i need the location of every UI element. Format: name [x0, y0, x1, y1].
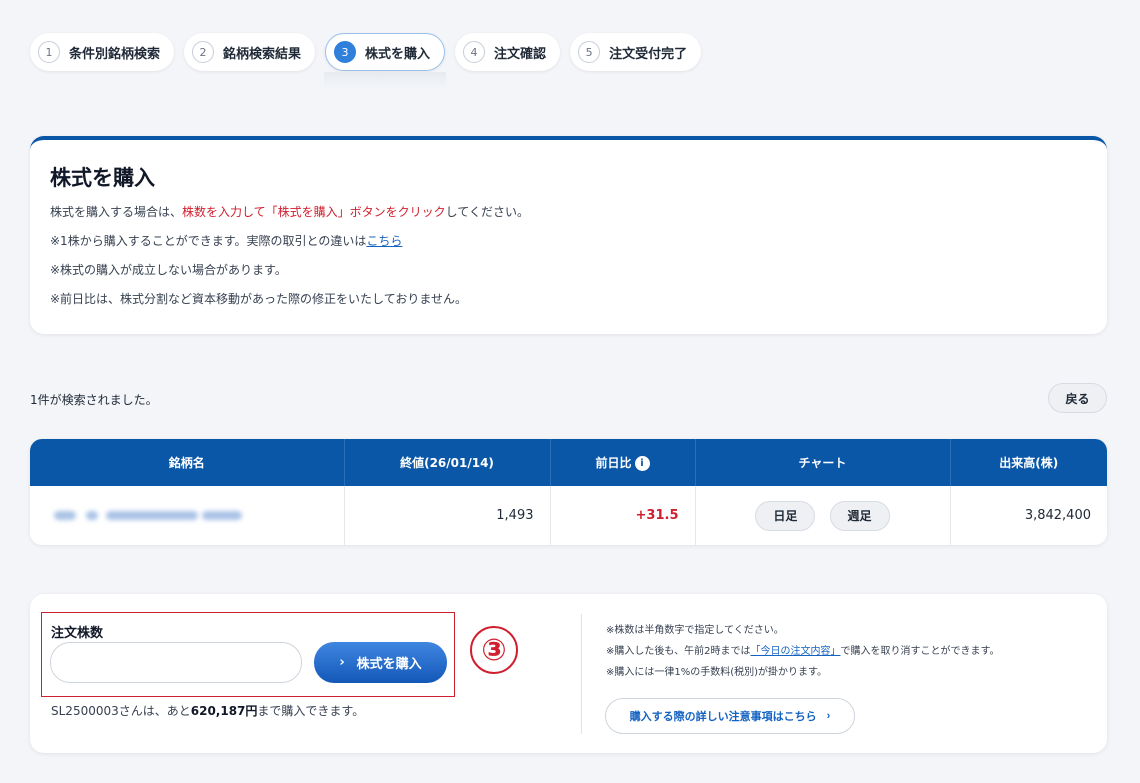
step-2: 2 銘柄検索結果 [184, 33, 316, 71]
note-not-filled: ※株式の購入が成立しない場合があります。 [50, 263, 287, 277]
step-label: 注文確認 [494, 46, 547, 62]
daily-chart-button[interactable]: 日足 [755, 500, 816, 531]
chart-cell: 日足 週足 [695, 486, 951, 545]
note-one-share: ※1株から購入することができます。実際の取引との違いはこちら [50, 233, 1087, 249]
step-5: 5 注文受付完了 [570, 33, 702, 71]
divider [581, 614, 582, 734]
stock-name-blurred [30, 486, 345, 545]
detail-notes-button[interactable]: 購入する際の詳しい注意事項はこちら › [605, 698, 855, 734]
note-fee: ※購入には一律1%の手数料(税別)が掛かります。 [606, 667, 828, 678]
instruction-text: 株式を購入する場合は、株数を入力して「株式を購入」ボタンをクリックしてください。 [50, 204, 1087, 220]
instruction-highlight: 株数を入力して「株式を購入」ボタンをクリック [182, 205, 446, 219]
order-quantity-input[interactable] [50, 642, 302, 683]
note-split-adjust: ※前日比は、株式分割など資本移動があった際の修正をいたしておりません。 [50, 292, 467, 306]
step-label: 銘柄検索結果 [223, 46, 302, 62]
header-close: 終値(26/01/14) [344, 439, 551, 486]
order-notes: ※株数は半角数字で指定してください。 ※購入した後も、午前2時までは「今日の注文… [606, 624, 999, 687]
annotation-step-marker: ③ [470, 626, 518, 674]
note-one-share-text: ※1株から購入することができます。実際の取引との違いは [50, 234, 367, 248]
info-card: 株式を購入 株式を購入する場合は、株数を入力して「株式を購入」ボタンをクリックし… [30, 136, 1107, 334]
note-cancel-pre: ※購入した後も、午前2時までは [606, 646, 751, 657]
chevron-right-icon: › [826, 710, 831, 722]
step-number: 3 [334, 41, 357, 63]
step-label: 注文受付完了 [609, 46, 688, 62]
step-number: 1 [38, 41, 60, 63]
details-link[interactable]: こちら [366, 234, 402, 248]
detail-button-label: 購入する際の詳しい注意事項はこちら [629, 711, 817, 723]
purchase-limit-text: SL2500003さんは、あと620,187円まで購入できます。 [51, 702, 364, 719]
volume: 3,842,400 [1024, 508, 1091, 523]
result-count: 1件が検索されました。 [30, 393, 158, 407]
price-change: +31.5 [550, 486, 696, 545]
page-title: 株式を購入 [50, 166, 155, 190]
back-button[interactable]: 戻る [1048, 383, 1107, 413]
limit-post: まで購入できます。 [257, 704, 365, 718]
header-change: 前日比 i [550, 439, 696, 486]
step-label: 条件別銘柄検索 [69, 46, 161, 62]
step-3-current: 3 株式を購入 [324, 33, 447, 88]
info-icon[interactable]: i [634, 456, 650, 471]
table-header: 銘柄名 終値(26/01/14) 前日比 i チャート 出来高(株) [30, 439, 1107, 486]
limit-amount: 620,187円 [190, 704, 258, 718]
step-number: 4 [463, 41, 486, 63]
step-number: 5 [578, 41, 601, 63]
header-volume: 出来高(株) [999, 456, 1059, 470]
order-quantity-label: 注文株数 [51, 626, 104, 641]
table-row: 1,493 +31.5 日足 週足 3,842,400 [30, 486, 1107, 545]
close-price: 1,493 [344, 486, 551, 545]
weekly-chart-button[interactable]: 週足 [829, 500, 890, 531]
instruction-post: してください。 [445, 205, 529, 219]
header-name: 銘柄名 [30, 439, 345, 486]
note-cancel: ※購入した後も、午前2時までは「今日の注文内容」で購入を取り消すことができます。 [606, 645, 999, 659]
blurred-text [54, 509, 254, 523]
step-1: 1 条件別銘柄検索 [30, 33, 175, 71]
todays-orders-link[interactable]: 「今日の注文内容」 [750, 646, 840, 657]
step-4: 4 注文確認 [455, 33, 561, 71]
buy-button-label: 株式を購入 [356, 657, 422, 672]
chevron-right-icon: › [339, 655, 345, 670]
note-half-width: ※株数は半角数字で指定してください。 [606, 625, 784, 636]
instruction-pre: 株式を購入する場合は、 [50, 205, 183, 219]
stock-table: 銘柄名 終値(26/01/14) 前日比i チャート 出来高(株) 1,493 [30, 439, 1107, 545]
buy-stock-button[interactable]: › 株式を購入 [314, 642, 447, 683]
step-number: 2 [192, 41, 215, 63]
step-label: 株式を購入 [365, 46, 431, 62]
header-change-label: 前日比 [595, 456, 632, 470]
progress-steps: 1 条件別銘柄検索 2 銘柄検索結果 3 株式を購入 4 注文確認 5 注文受付… [30, 33, 702, 88]
header-chart: チャート [695, 439, 951, 486]
limit-pre: SL2500003さんは、あと [51, 704, 191, 718]
note-cancel-post: で購入を取り消すことができます。 [840, 646, 1000, 657]
